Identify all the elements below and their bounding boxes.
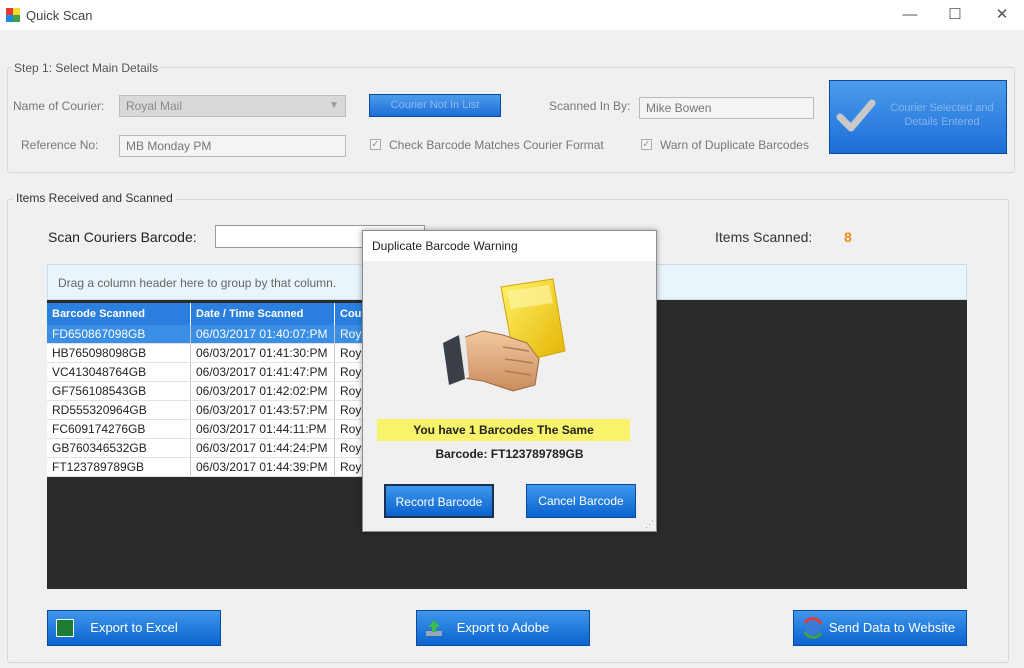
- scanned-in-by-label: Scanned In By:: [549, 99, 631, 113]
- cell-datetime: 06/03/2017 01:42:02:PM: [190, 381, 335, 401]
- title-bar: Quick Scan — ☐ ✕: [0, 0, 1024, 30]
- cell-datetime: 06/03/2017 01:41:30:PM: [190, 343, 335, 363]
- duplicate-barcode-value: Barcode: FT123789789GB: [435, 447, 584, 461]
- close-button[interactable]: ✕: [982, 4, 1022, 26]
- cell-barcode: HB765098098GB: [47, 343, 191, 363]
- maximize-button[interactable]: ☐: [935, 4, 975, 26]
- courier-label: Name of Courier:: [13, 99, 105, 113]
- items-scanned-count: 8: [844, 229, 852, 245]
- courier-select[interactable]: Royal Mail ▼: [119, 95, 346, 117]
- cell-barcode: VC413048764GB: [47, 362, 191, 382]
- record-barcode-button[interactable]: Record Barcode: [384, 484, 494, 518]
- resize-grip-icon[interactable]: ⋰: [645, 519, 654, 530]
- cell-datetime: 06/03/2017 01:44:24:PM: [190, 438, 335, 458]
- window-title: Quick Scan: [26, 8, 93, 23]
- cell-barcode: FT123789789GB: [47, 457, 191, 477]
- export-excel-button[interactable]: Export to Excel: [47, 610, 221, 646]
- cell-datetime: 06/03/2017 01:40:07:PM: [190, 325, 335, 344]
- excel-icon: [56, 619, 74, 637]
- cell-datetime: 06/03/2017 01:44:39:PM: [190, 457, 335, 477]
- scanned-in-by-field[interactable]: Mike Bowen: [639, 97, 814, 119]
- cell-barcode: FC609174276GB: [47, 419, 191, 439]
- export-adobe-button[interactable]: Export to Adobe: [416, 610, 590, 646]
- column-header-datetime[interactable]: Date / Time Scanned: [190, 303, 335, 325]
- minimize-button[interactable]: —: [890, 4, 930, 26]
- cancel-barcode-button[interactable]: Cancel Barcode: [526, 484, 636, 518]
- dialog-title: Duplicate Barcode Warning: [363, 231, 656, 261]
- globe-sync-icon: [803, 617, 823, 639]
- cell-datetime: 06/03/2017 01:44:11:PM: [190, 419, 335, 439]
- cell-datetime: 06/03/2017 01:41:47:PM: [190, 362, 335, 382]
- reference-field[interactable]: MB Monday PM: [119, 135, 346, 157]
- step1-legend: Step 1: Select Main Details: [11, 61, 162, 75]
- duplicate-barcode-dialog: Duplicate Barcode Warning You have 1 Bar…: [362, 230, 657, 532]
- send-website-label: Send Data to Website: [828, 620, 956, 635]
- checkmark-icon: [836, 99, 876, 132]
- export-adobe-label: Export to Adobe: [456, 620, 550, 635]
- items-scanned-label: Items Scanned:: [715, 229, 813, 245]
- column-header-barcode[interactable]: Barcode Scanned: [47, 303, 191, 325]
- items-legend: Items Received and Scanned: [13, 191, 176, 205]
- check-barcode-label: Check Barcode Matches Courier Format: [389, 138, 604, 152]
- courier-not-in-list-button[interactable]: Courier Not In List: [369, 94, 501, 117]
- cell-barcode: GF756108543GB: [47, 381, 191, 401]
- courier-select-value: Royal Mail: [126, 99, 183, 113]
- warn-duplicates-label: Warn of Duplicate Barcodes: [660, 138, 809, 152]
- cell-barcode: GB760346532GB: [47, 438, 191, 458]
- check-barcode-checkbox[interactable]: ✓: [370, 139, 381, 150]
- confirm-details-button[interactable]: Courier Selected and Details Entered: [829, 80, 1007, 154]
- warn-duplicates-checkbox[interactable]: ✓: [641, 139, 652, 150]
- export-excel-label: Export to Excel: [90, 620, 178, 635]
- cell-datetime: 06/03/2017 01:43:57:PM: [190, 400, 335, 420]
- reference-label: Reference No:: [21, 138, 99, 152]
- scan-barcode-label: Scan Couriers Barcode:: [48, 229, 197, 245]
- app-icon: [6, 8, 20, 22]
- upload-icon: [426, 620, 442, 636]
- confirm-details-label: Courier Selected and Details Entered: [890, 102, 994, 128]
- duplicate-message: You have 1 Barcodes The Same: [377, 419, 630, 441]
- cell-barcode: FD650867098GB: [47, 325, 191, 344]
- cell-barcode: RD555320964GB: [47, 400, 191, 420]
- send-website-button[interactable]: Send Data to Website: [793, 610, 967, 646]
- chevron-down-icon: ▼: [329, 100, 339, 111]
- hand-holding-card-icon: [443, 278, 566, 392]
